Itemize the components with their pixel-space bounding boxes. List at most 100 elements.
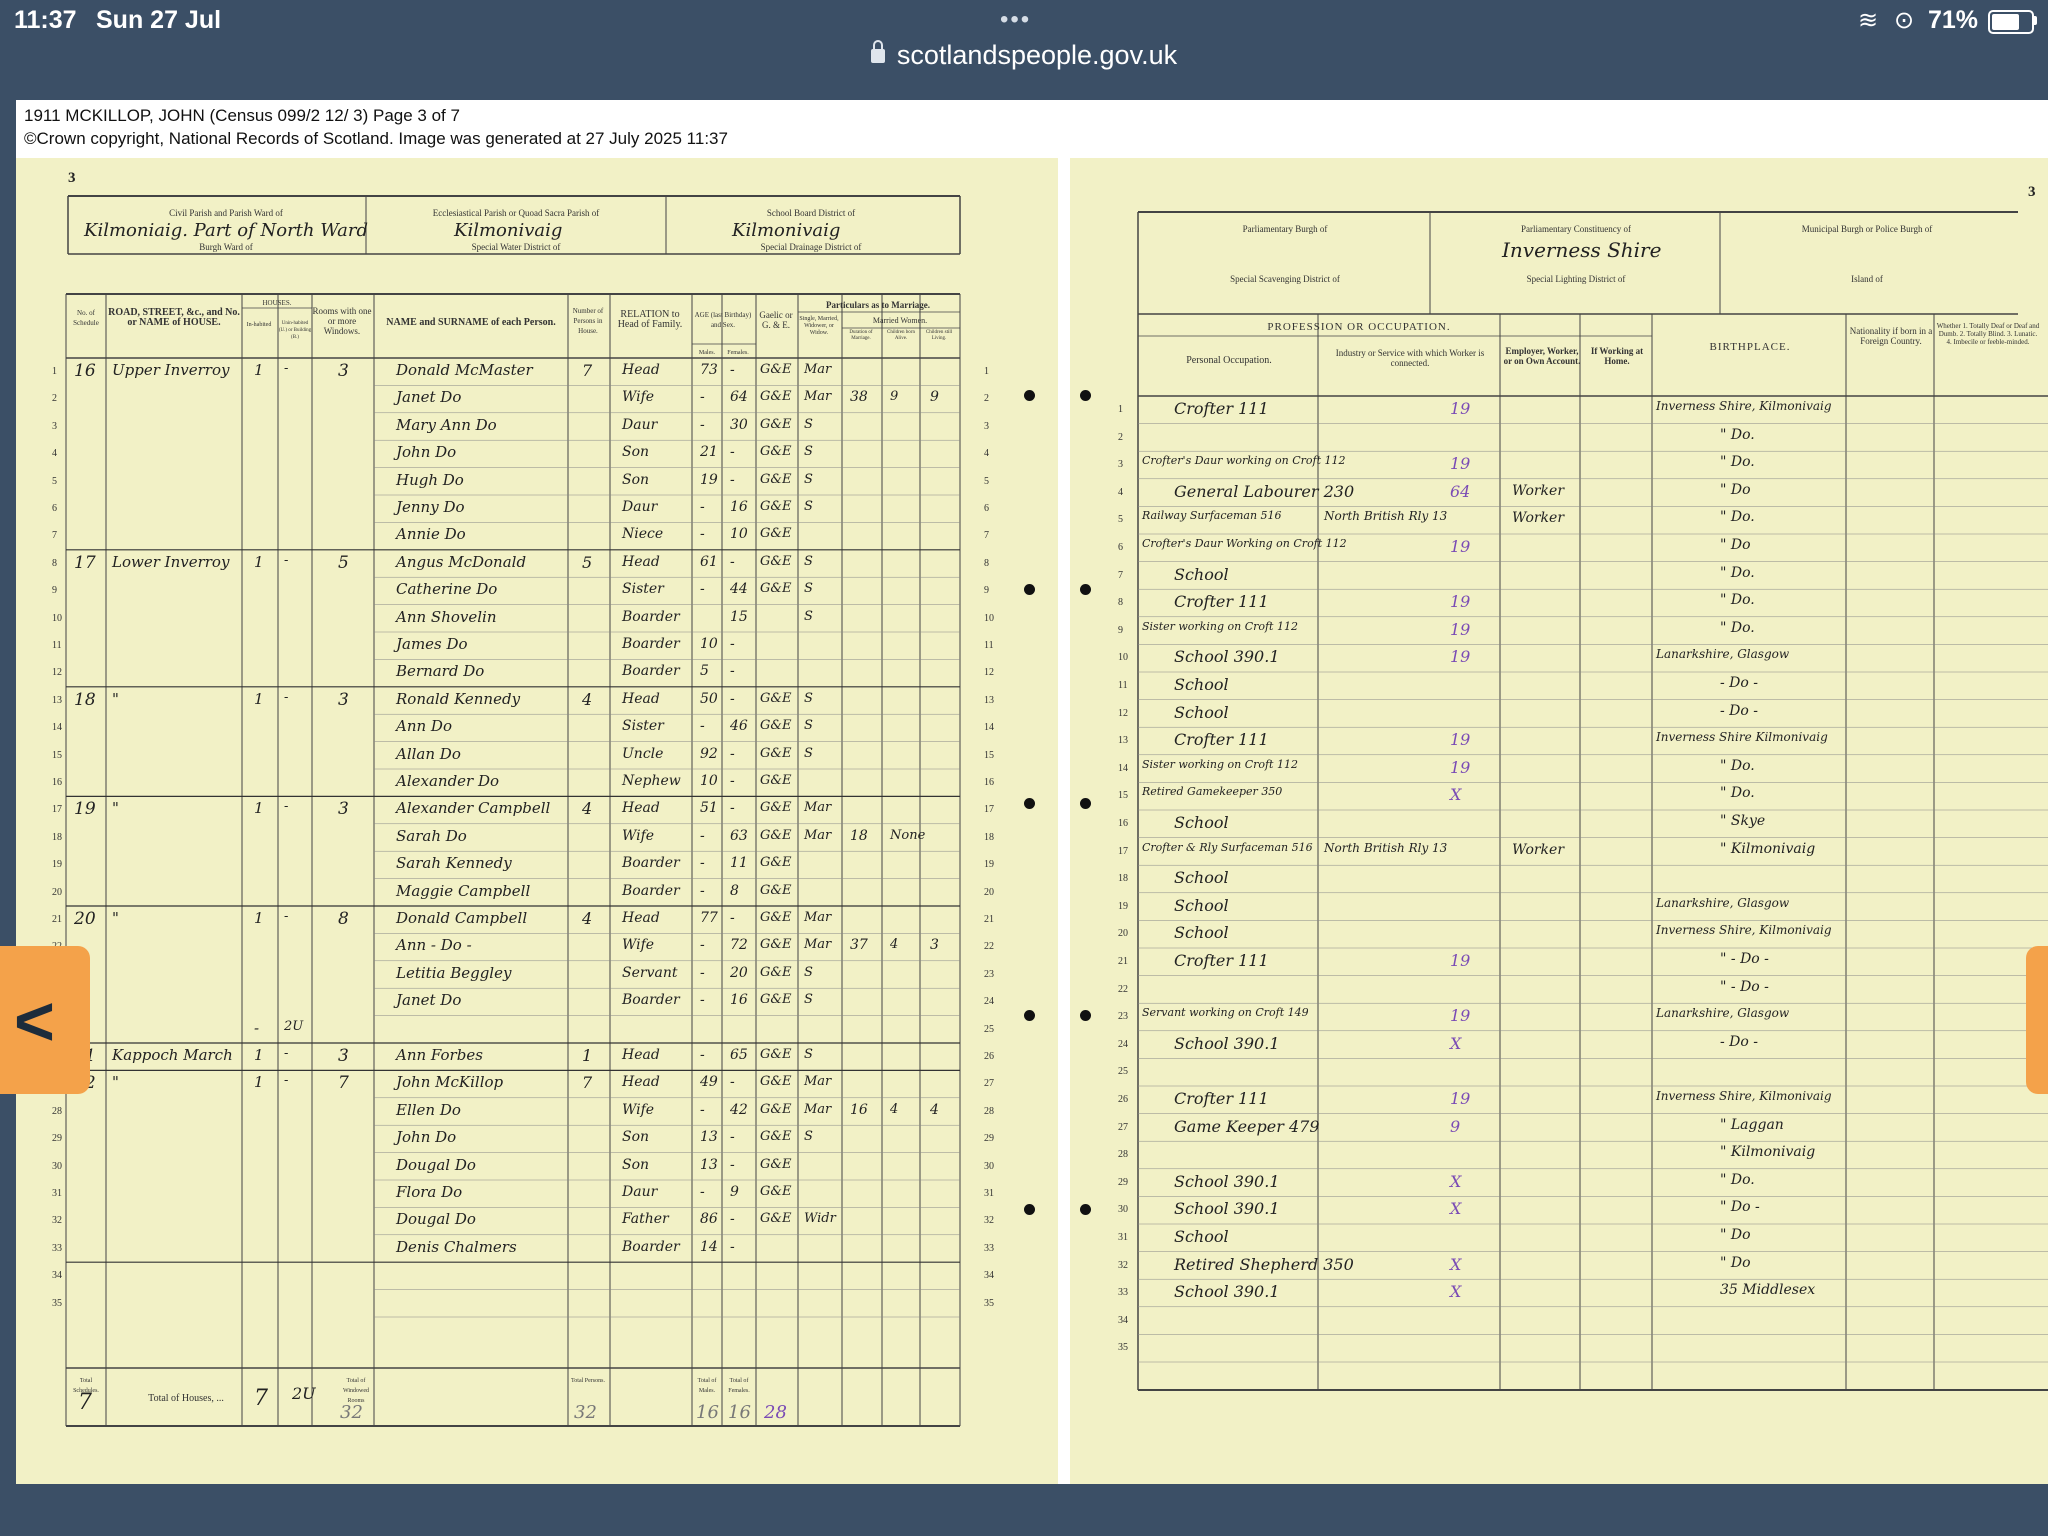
row-number: 11 xyxy=(984,640,994,651)
born-cell: None xyxy=(890,827,926,843)
inhabited-cell: 1 xyxy=(254,1073,264,1092)
males-cell: - xyxy=(700,718,705,735)
total-houses-label: Total of Houses, ... xyxy=(148,1393,224,1404)
gaelic-cell: G&E xyxy=(760,1101,792,1117)
row-number: 14 xyxy=(984,722,994,734)
industry-cell: 19 xyxy=(1450,537,1471,556)
marriage-cell: Mar xyxy=(804,910,832,925)
born-cell: 4 xyxy=(890,1101,899,1117)
row-number: 18 xyxy=(1118,873,1128,885)
females-cell: - xyxy=(730,910,735,926)
birthplace-cell: Inverness Shire Kilmonivaig xyxy=(1656,730,1828,745)
battery-tip xyxy=(2034,16,2037,25)
marriage-cell: Mar xyxy=(804,389,832,405)
females-cell: - xyxy=(730,1129,735,1146)
industry-cell: 19 xyxy=(1450,730,1471,750)
parl-constituency-label: Parliamentary Constituency of xyxy=(1521,224,1631,234)
occupation-cell: School 390.1 xyxy=(1174,647,1280,667)
females-cell: 44 xyxy=(730,581,748,598)
next-page-button[interactable] xyxy=(2026,946,2048,1094)
row-number: 13 xyxy=(1118,735,1128,747)
col-single: Single, Married, Widower, or Widow. xyxy=(799,316,839,336)
name-cell: John Do xyxy=(396,1128,457,1147)
total-males-label: Total of Males. xyxy=(697,1378,717,1394)
name-cell: John McKillop xyxy=(396,1073,504,1092)
industry-cell: X xyxy=(1450,785,1462,805)
road-cell: " xyxy=(112,799,119,818)
males-cell: - xyxy=(700,1184,705,1200)
females-cell: 11 xyxy=(730,855,748,872)
row-number: 10 xyxy=(1118,652,1128,664)
gaelic-cell: G&E xyxy=(760,1184,792,1199)
industry-cell: 19 xyxy=(1450,1089,1471,1108)
col-duration: Duration of Marriage. xyxy=(849,330,873,341)
gaelic-cell: G&E xyxy=(760,1074,792,1090)
row-number: 5 xyxy=(1118,514,1123,526)
relation-cell: Head xyxy=(622,690,660,707)
relation-cell: Sister xyxy=(622,718,664,735)
name-cell: Annie Do xyxy=(396,525,466,544)
col-children-living: Children still Living. xyxy=(925,330,953,341)
row-number: 4 xyxy=(984,448,989,460)
col-inhabited: In-habited xyxy=(246,322,272,328)
multitasking-dots-icon[interactable]: ••• xyxy=(1000,6,1031,34)
col-females: Females. xyxy=(727,350,749,356)
caption-copyright: ©Crown copyright, National Records of Sc… xyxy=(24,129,728,148)
special-drainage-label: Special Drainage District of xyxy=(760,242,862,252)
civil-parish-value: Kilmoniaig. Part of North Ward xyxy=(84,220,369,241)
row-number: 19 xyxy=(984,859,994,871)
row-number: 14 xyxy=(1118,762,1128,774)
school-board-value: Kilmonivaig xyxy=(732,220,841,241)
persons-cell: 4 xyxy=(582,689,593,709)
marriage-cell: S xyxy=(804,718,813,734)
born-cell: 9 xyxy=(890,389,899,405)
row-number: 31 xyxy=(52,1188,62,1199)
name-cell: Ann - Do - xyxy=(396,936,472,955)
row-number: 25 xyxy=(1118,1066,1128,1078)
binder-hole xyxy=(1024,390,1035,401)
battery-percent: 71% xyxy=(1928,6,1979,34)
occupation-cell: School xyxy=(1174,564,1229,584)
females-cell: - xyxy=(730,1211,735,1228)
lock-icon xyxy=(870,40,885,63)
previous-page-button[interactable]: < xyxy=(0,946,90,1094)
relation-cell: Head xyxy=(622,800,660,817)
industry-cell: X xyxy=(1450,1254,1462,1274)
row-number: 34 xyxy=(1118,1314,1128,1326)
name-cell: Flora Do xyxy=(396,1183,463,1201)
employer-cell: Worker xyxy=(1512,841,1565,858)
row-number: 26 xyxy=(984,1051,994,1062)
row-number: 2 xyxy=(52,393,57,405)
gaelic-cell: G&E xyxy=(760,581,792,597)
row-number: 12 xyxy=(52,667,62,679)
males-cell: - xyxy=(700,855,705,872)
row-number: 2 xyxy=(1118,431,1123,443)
occupation-cell: School 390.1 xyxy=(1174,1282,1280,1302)
persons-cell: 4 xyxy=(582,799,593,819)
parl-constituency-value: Inverness Shire xyxy=(1502,238,1662,262)
occupation-cell: Crofter 111 xyxy=(1174,951,1269,970)
gaelic-cell: G&E xyxy=(760,718,792,734)
burgh-ward-label: Burgh Ward of xyxy=(199,242,253,252)
gaelic-cell: G&E xyxy=(760,910,792,925)
relation-cell: Boarder xyxy=(622,636,680,652)
eccl-parish-value: Kilmonivaig xyxy=(454,220,563,241)
address-bar[interactable]: scotlandspeople.gov.uk xyxy=(0,40,2048,76)
birthplace-cell: " Skye xyxy=(1720,813,1766,829)
gaelic-cell: G&E xyxy=(760,526,792,542)
birthplace-cell: - Do - xyxy=(1720,1033,1759,1050)
binder-hole xyxy=(1024,1204,1035,1215)
males-cell: - xyxy=(700,827,705,844)
row-number: 30 xyxy=(984,1160,994,1172)
name-cell: Allan Do xyxy=(396,744,461,763)
chevron-left-icon: < xyxy=(14,982,55,1060)
relation-cell: Son xyxy=(622,471,650,488)
females-cell: - xyxy=(730,471,735,488)
females-cell: - xyxy=(730,690,735,707)
row-number: 17 xyxy=(52,804,62,816)
gaelic-cell: G&E xyxy=(760,827,792,843)
uninhabited-cell: - xyxy=(284,552,289,568)
image-viewer: 1911 MCKILLOP, JOHN (Census 099/2 12/ 3)… xyxy=(16,100,2048,1484)
col-children-born: Children born Alive. xyxy=(887,330,915,341)
birthplace-cell: " Do. xyxy=(1720,592,1755,609)
